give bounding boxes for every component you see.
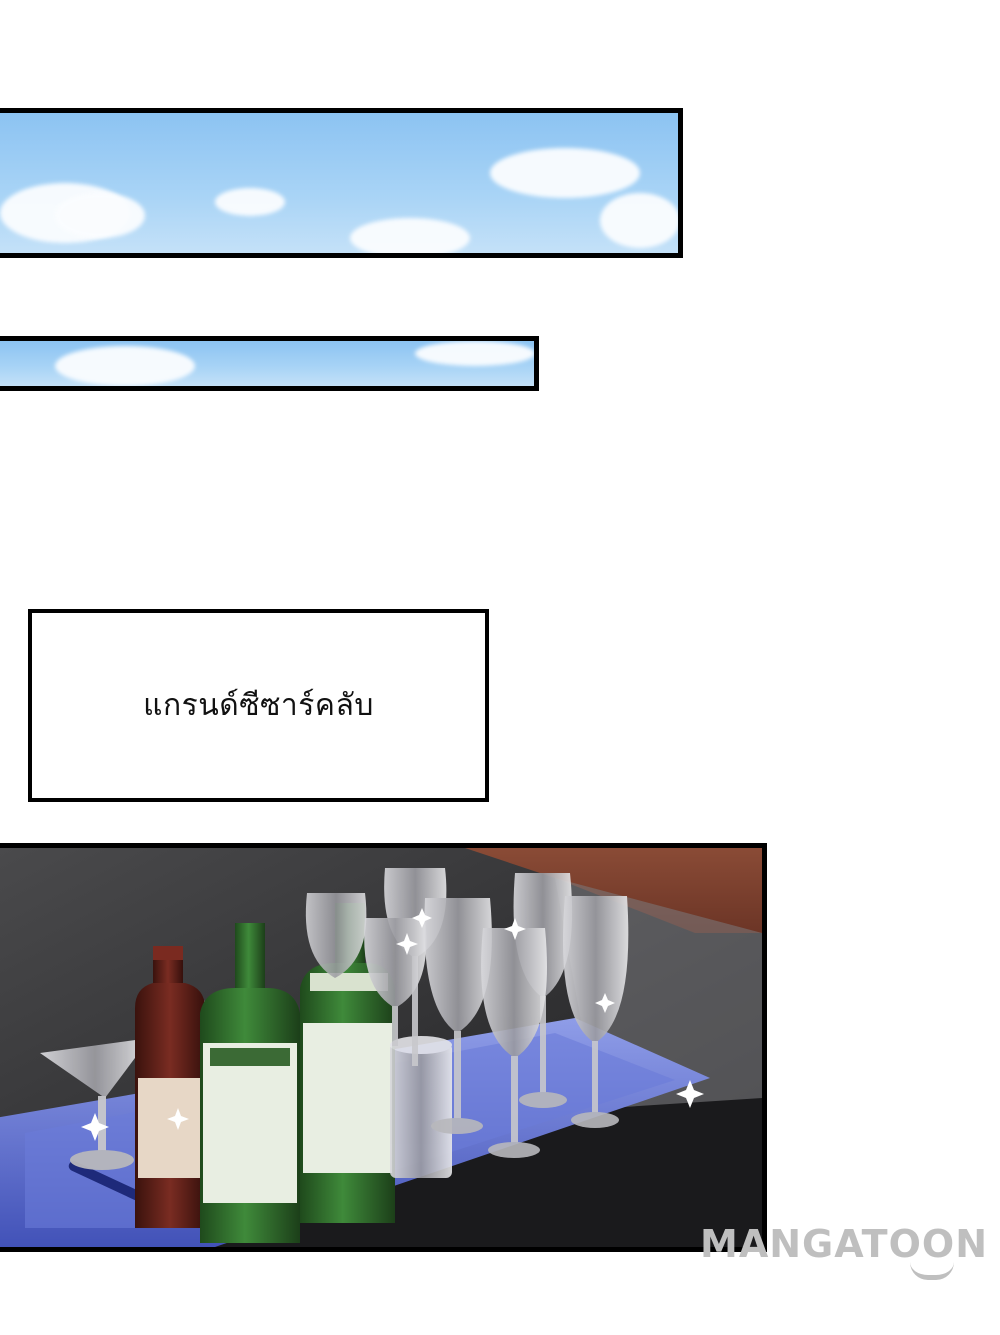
cloud [600, 193, 678, 248]
tumbler-glass [390, 1036, 452, 1178]
bar-tray-illustration [0, 848, 762, 1247]
sky-panel-strip [0, 336, 539, 391]
cloud [215, 188, 285, 216]
cloud [55, 346, 195, 386]
cloud [415, 341, 534, 366]
bottle-label [203, 1043, 297, 1203]
bar-tray-panel [0, 843, 767, 1252]
mangatoon-watermark: MANGATOON [700, 1222, 989, 1266]
bottle-label [303, 1023, 392, 1173]
caption-text: แกรนด์ซีซาร์คลับ [143, 688, 374, 723]
sky-panel-top [0, 108, 683, 258]
cloud [490, 148, 640, 198]
bottle-label [138, 1078, 202, 1178]
cloud [350, 218, 470, 253]
whisky-bottle-brown [135, 946, 205, 1228]
caption-box: แกรนด์ซีซาร์คลับ [28, 609, 489, 802]
cloud [55, 193, 145, 238]
